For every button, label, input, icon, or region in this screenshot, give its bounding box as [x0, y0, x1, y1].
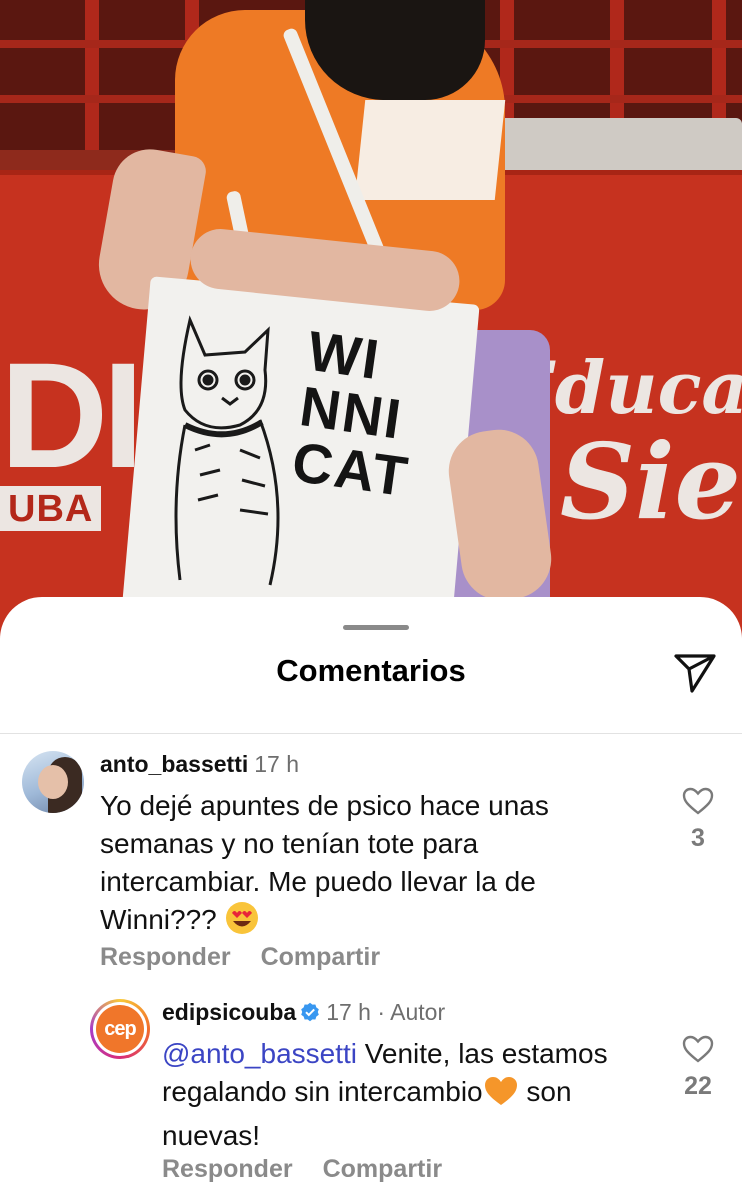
- author-label: Autor: [390, 999, 446, 1025]
- bag-text: WI NNI CAT: [288, 318, 414, 509]
- avatar[interactable]: cep: [90, 999, 150, 1059]
- send-button[interactable]: [672, 651, 718, 695]
- reply-button[interactable]: Responder: [162, 1155, 293, 1183]
- comment-time: 17 h: [254, 751, 300, 777]
- comment-username[interactable]: edipsicouba: [162, 999, 296, 1025]
- comment-meta: edipsicouba 17 h · Autor: [162, 999, 445, 1026]
- comment-actions: Responder Compartir: [162, 1155, 442, 1184]
- heart-icon: [682, 1035, 714, 1063]
- wall-logo: DI: [0, 331, 144, 499]
- shirt-logo: [354, 100, 506, 200]
- meta-separator: ·: [377, 999, 386, 1025]
- heart-eyes-emoji-icon: [225, 901, 259, 945]
- share-button[interactable]: Compartir: [323, 1155, 442, 1183]
- orange-heart-emoji-icon: [483, 1075, 519, 1117]
- wall-logo-sub: UBA: [0, 486, 102, 531]
- comment-actions: Responder Compartir: [100, 943, 380, 972]
- sheet-title: Comentarios: [276, 653, 466, 688]
- heart-icon: [682, 787, 714, 815]
- comment-text: @anto_bassetti Venite, las estamos regal…: [162, 1038, 608, 1151]
- sheet-drag-handle[interactable]: [343, 625, 409, 630]
- banner-text-line2: Sie: [560, 420, 741, 543]
- avatar-logo: cep: [96, 1005, 144, 1053]
- post-photo: Educaci Sie DI UBA WI NNI CAT: [0, 0, 742, 640]
- share-button[interactable]: Compartir: [261, 943, 380, 971]
- reply-button[interactable]: Responder: [100, 943, 231, 971]
- mention-link[interactable]: @anto_bassetti: [162, 1038, 357, 1069]
- comment-text: Yo dejé apuntes de psico hace unas seman…: [100, 787, 640, 945]
- send-icon: [674, 654, 716, 693]
- comments-sheet: Comentarios anto_bassetti 17 h Yo dejé ap…: [0, 597, 742, 1199]
- header-divider: [0, 733, 742, 734]
- like-button[interactable]: 22: [678, 1035, 718, 1101]
- newspapers: [480, 118, 742, 178]
- comment-meta: anto_bassetti 17 h: [100, 751, 299, 778]
- comment-time: 17 h: [326, 999, 371, 1025]
- avatar[interactable]: [22, 751, 84, 813]
- verified-badge-icon: [301, 1002, 320, 1022]
- like-button[interactable]: 3: [678, 787, 718, 853]
- like-count: 22: [684, 1072, 712, 1100]
- like-count: 3: [691, 824, 705, 852]
- comment-username[interactable]: anto_bassetti: [100, 751, 248, 777]
